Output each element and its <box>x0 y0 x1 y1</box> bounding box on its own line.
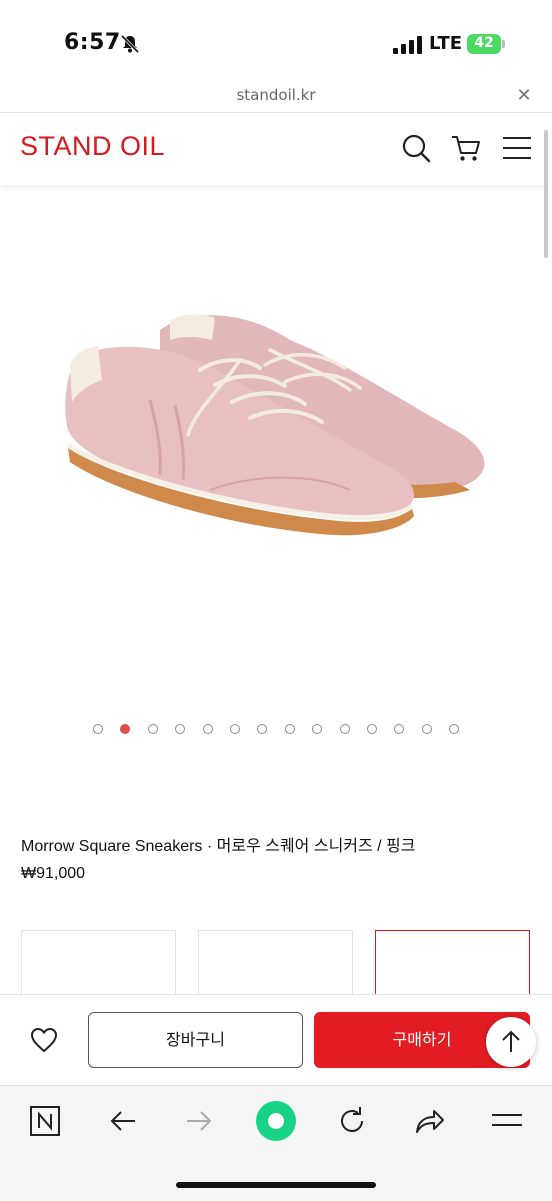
carousel-dot-1[interactable] <box>93 724 103 734</box>
green-home-icon[interactable] <box>255 1100 297 1142</box>
url-bar[interactable]: standoil.kr ✕ <box>0 82 552 113</box>
add-to-cart-button[interactable]: 장바구니 <box>88 1012 303 1068</box>
browser-toolbar <box>0 1085 552 1201</box>
menu-icon[interactable] <box>490 1104 524 1138</box>
forward-arrow-icon[interactable] <box>182 1104 216 1138</box>
naver-n-icon[interactable] <box>28 1104 62 1138</box>
product-image[interactable] <box>0 190 552 710</box>
product-price: ₩91,000 <box>21 865 86 882</box>
carousel-dot-7[interactable] <box>257 724 268 734</box>
home-indicator <box>176 1182 376 1188</box>
carousel-dot-8[interactable] <box>284 724 295 734</box>
url-text: standoil.kr <box>236 86 316 104</box>
site-logo[interactable]: STAND OIL <box>20 131 165 162</box>
purchase-action-bar: 장바구니 구매하기 STA <box>0 994 552 1085</box>
share-icon[interactable] <box>412 1104 446 1138</box>
close-icon[interactable]: ✕ <box>514 86 534 106</box>
search-icon[interactable] <box>399 131 433 165</box>
carousel-dot-13[interactable] <box>421 724 432 734</box>
carousel-dot-9[interactable] <box>312 724 323 734</box>
carousel-dot-2[interactable] <box>120 724 131 734</box>
heart-icon[interactable] <box>30 1027 58 1053</box>
network-type: LTE <box>429 33 463 54</box>
option-tile-1[interactable] <box>21 930 176 1000</box>
option-tile-2[interactable] <box>198 930 353 1000</box>
carousel-dot-11[interactable] <box>367 724 377 734</box>
carousel-dot-10[interactable] <box>339 724 350 734</box>
reload-icon[interactable] <box>335 1104 369 1138</box>
site-header: STAND OIL <box>0 113 552 185</box>
menu-icon[interactable] <box>500 131 534 165</box>
arrow-up-icon <box>502 1030 520 1052</box>
carousel-dot-6[interactable] <box>230 724 240 734</box>
carousel-dot-4[interactable] <box>175 724 186 734</box>
carousel-dot-3[interactable] <box>147 724 158 734</box>
product-name: Morrow Square Sneakers · 머로우 스퀘어 스니커즈 / … <box>21 838 416 855</box>
battery-icon: 42 <box>467 34 505 54</box>
status-bar: 6:57 LTE 42 <box>0 0 552 88</box>
scroll-to-top-button[interactable] <box>486 1017 536 1067</box>
bell-muted-icon <box>120 34 140 54</box>
carousel-dots <box>0 724 552 738</box>
carousel-dot-12[interactable] <box>394 724 405 734</box>
back-arrow-icon[interactable] <box>106 1104 140 1138</box>
signal-icon <box>393 36 422 54</box>
cart-icon[interactable] <box>449 131 483 165</box>
pink-sneakers-image <box>65 314 485 536</box>
carousel-dot-5[interactable] <box>202 724 213 734</box>
option-tile-3-selected[interactable] <box>375 930 530 1000</box>
carousel-dot-14[interactable] <box>449 724 460 734</box>
status-time: 6:57 <box>64 30 121 55</box>
battery-level: 42 <box>474 35 494 51</box>
